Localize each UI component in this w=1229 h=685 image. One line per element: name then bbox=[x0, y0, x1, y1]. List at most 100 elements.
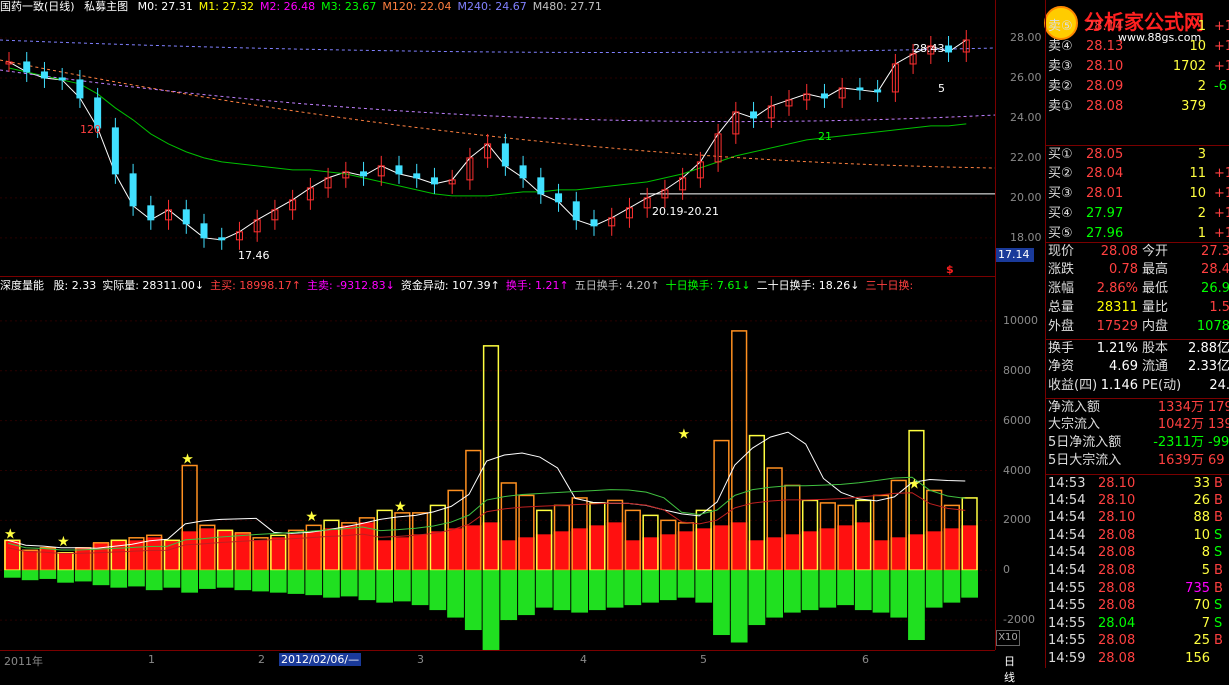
price-tick: 18.00 bbox=[1010, 230, 1042, 244]
net-inflow-bar bbox=[890, 537, 908, 571]
flow-key: 5日大宗流入 bbox=[1048, 453, 1122, 468]
volume-indicator-title[interactable]: 深度量能 bbox=[0, 279, 44, 292]
flow-value-2: 69 bbox=[1208, 453, 1225, 468]
zoom-button[interactable]: X10 bbox=[996, 630, 1020, 646]
volume-legend: 股: 2.33 实际量: 28311.00↓ 主买: 18998.17↑ 主卖: -9… bbox=[54, 279, 920, 292]
main-sell-bar bbox=[677, 570, 695, 598]
candle-body bbox=[200, 223, 208, 239]
volume-tick: -2000 bbox=[1003, 613, 1035, 627]
main-sell-bar bbox=[553, 570, 571, 611]
main-sell-bar bbox=[837, 570, 854, 606]
ask-label: 卖② bbox=[1048, 79, 1073, 94]
flow-row: 净流入额 1334万 179 bbox=[1046, 398, 1229, 417]
bid-label: 买⑤ bbox=[1048, 226, 1073, 241]
ask-row: 卖② 28.09 2 -6 bbox=[1046, 78, 1229, 96]
candle-body bbox=[413, 173, 421, 179]
stat-value: 2.88亿 bbox=[1188, 341, 1229, 356]
main-sell-bar bbox=[447, 570, 464, 618]
ask-price: 28.10 bbox=[1086, 59, 1124, 74]
candle-body bbox=[360, 171, 368, 177]
candle-body bbox=[856, 87, 864, 91]
ma-marker-5: 5 bbox=[938, 82, 945, 95]
main-sell-bar bbox=[376, 570, 393, 603]
tick-volume: 8 bbox=[1201, 545, 1210, 561]
tick-price: 28.10 bbox=[1098, 510, 1136, 526]
x-label-4: 4 bbox=[580, 653, 587, 666]
ask-change: +1 bbox=[1214, 19, 1229, 34]
ask-volume: 2 bbox=[1197, 79, 1206, 94]
candle-body bbox=[820, 93, 828, 99]
volume-legend-item: 五日换手: 4.20↑ bbox=[574, 279, 660, 292]
price-badge: 17.14 bbox=[996, 248, 1034, 262]
stat-value: 2.86% bbox=[1096, 281, 1138, 296]
bid-row: 买⑤ 27.96 1 +1 bbox=[1046, 225, 1229, 243]
net-inflow-bar bbox=[553, 531, 571, 571]
bid-volume: 1 bbox=[1197, 226, 1206, 241]
main-sell-bar bbox=[128, 570, 145, 587]
net-inflow-bar bbox=[659, 534, 677, 571]
main-sell-bar bbox=[92, 570, 110, 586]
main-sell-bar bbox=[74, 570, 92, 582]
stat-value: 27.3 bbox=[1201, 244, 1229, 259]
main-sell-bar bbox=[234, 570, 252, 591]
volume-tick: 8000 bbox=[1003, 363, 1031, 377]
main-sell-bar bbox=[713, 570, 730, 636]
net-inflow-bar bbox=[837, 525, 854, 571]
tick-row: 14:54 28.08 8 S bbox=[1046, 544, 1229, 562]
main-sell-bar bbox=[482, 570, 500, 650]
stat-value: 4.69 bbox=[1109, 359, 1138, 374]
ask-label: 卖① bbox=[1048, 99, 1073, 114]
candle-body bbox=[40, 71, 48, 79]
period-label[interactable]: 日线 bbox=[1004, 653, 1015, 685]
chart-canvas[interactable]: ★ ★ ★ ★ ★ ★ ★ bbox=[0, 0, 995, 650]
stat-key: 最低 bbox=[1142, 281, 1169, 296]
net-inflow-bar bbox=[819, 528, 837, 571]
tick-side: S bbox=[1214, 615, 1223, 631]
ask-change: -6 bbox=[1214, 79, 1227, 94]
flow-row: 5日净流入额 -2311万 -99 bbox=[1046, 434, 1229, 452]
tick-time: 14:55 bbox=[1048, 615, 1086, 631]
volume-tick: 4000 bbox=[1003, 463, 1031, 477]
bid-row: 买④ 27.97 2 +1 bbox=[1046, 205, 1229, 223]
stat-value: 28.08 bbox=[1100, 244, 1138, 259]
tick-side: B bbox=[1214, 476, 1223, 491]
volume-legend-item: 主卖: -9312.83↓ bbox=[307, 279, 395, 292]
volume-legend-item: 资金异动: 107.39↑ bbox=[400, 279, 500, 292]
tick-volume: 33 bbox=[1193, 476, 1210, 491]
tick-volume: 26 bbox=[1193, 492, 1210, 508]
net-inflow-bar bbox=[642, 537, 659, 571]
ask-volume: 1702 bbox=[1172, 59, 1206, 74]
stat-row: 外盘 17529 内盘 1078 bbox=[1046, 318, 1229, 336]
main-sell-bar bbox=[181, 570, 198, 593]
bid-price: 28.04 bbox=[1086, 166, 1124, 181]
net-inflow-bar bbox=[872, 540, 890, 571]
net-inflow-bar bbox=[234, 532, 252, 571]
signal-star-icon: ★ bbox=[908, 476, 921, 492]
stat-key: 量比 bbox=[1142, 300, 1169, 315]
stat-row: 收益(四) 1.146 PE(动) 24. bbox=[1046, 377, 1229, 395]
bid-price: 27.96 bbox=[1086, 226, 1124, 241]
tick-row: 14:54 28.10 88 B bbox=[1046, 509, 1229, 527]
tick-volume: 88 bbox=[1193, 510, 1210, 526]
bid-change: +1 bbox=[1214, 226, 1229, 241]
ask-row: 卖⑤ 28.14 1 +1 bbox=[1046, 18, 1229, 36]
price-tick: 20.00 bbox=[1010, 190, 1042, 204]
candle-body bbox=[945, 45, 953, 53]
stat-value: 1078 bbox=[1196, 319, 1229, 334]
tick-volume: 25 bbox=[1193, 633, 1210, 649]
ask-label: 卖⑤ bbox=[1048, 19, 1073, 34]
main-sell-bar bbox=[961, 570, 978, 598]
tick-row: 14:55 28.04 7 S bbox=[1046, 615, 1229, 633]
tick-volume: 7 bbox=[1201, 615, 1210, 631]
main-sell-bar bbox=[695, 570, 713, 603]
net-inflow-bar bbox=[323, 528, 340, 571]
price-tick: 28.00 bbox=[1010, 30, 1042, 44]
volume-legend-item: 换手: 1.21↑ bbox=[505, 279, 569, 292]
main-sell-bar bbox=[287, 570, 305, 594]
bid-volume: 3 bbox=[1197, 147, 1206, 162]
low-label: 17.46 bbox=[238, 249, 270, 262]
tick-time: 14:55 bbox=[1048, 598, 1086, 614]
net-inflow-bar bbox=[518, 537, 535, 571]
main-sell-bar bbox=[908, 570, 925, 641]
ask-price: 28.14 bbox=[1086, 19, 1124, 34]
